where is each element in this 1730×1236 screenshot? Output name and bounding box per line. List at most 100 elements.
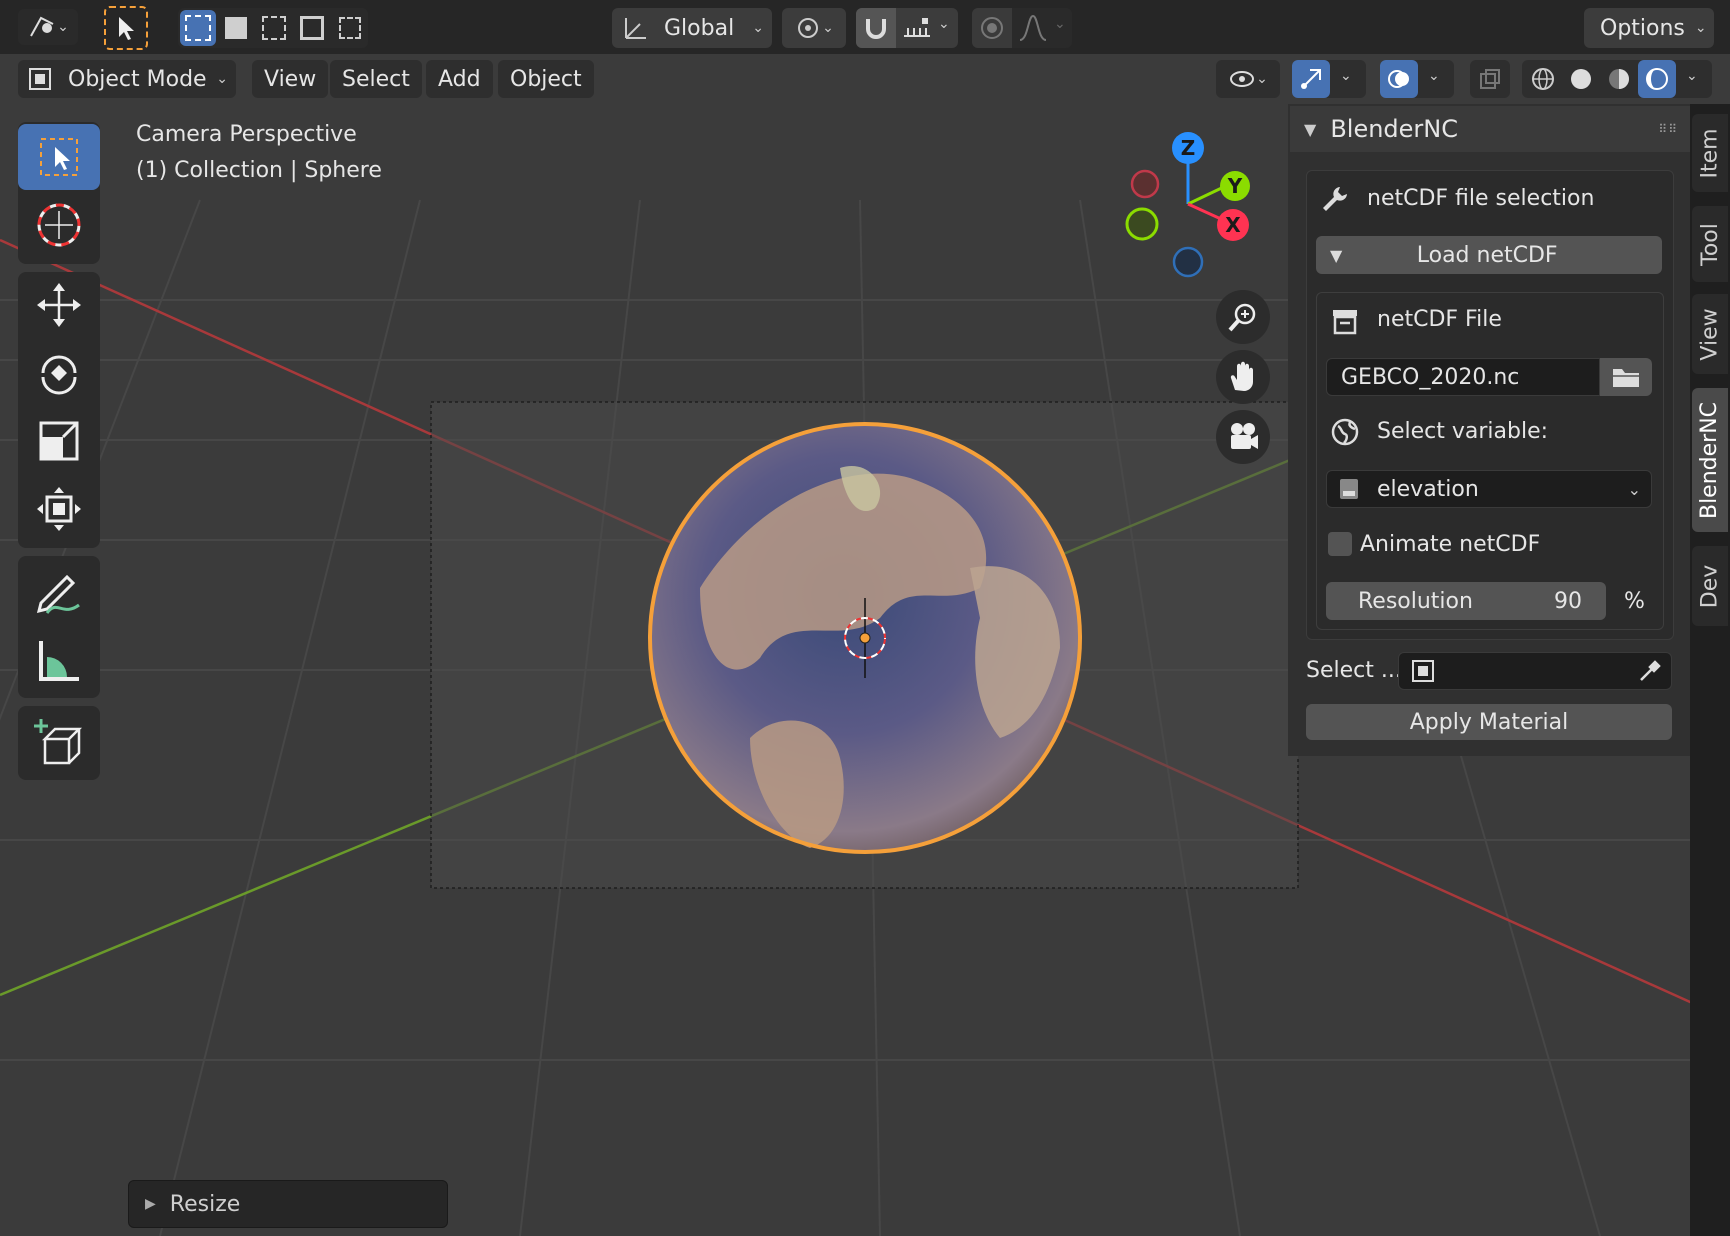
chevron-down-icon: ⌄ [752,20,764,36]
tool-select-box[interactable] [18,124,100,190]
tool-rotate[interactable] [18,340,100,406]
load-netcdf-label: Load netCDF [1416,242,1558,268]
eye-icon [1230,71,1255,87]
tab-dev[interactable]: Dev [1692,546,1728,626]
pivot-icon [798,18,819,38]
zoom-button[interactable] [1216,290,1270,344]
gizmo-y-label: Y [1227,174,1243,198]
tool-cursor[interactable] [18,192,100,258]
snap-toggle[interactable] [856,8,896,48]
last-operator-panel[interactable]: ▶ Resize [128,1180,448,1228]
drag-handle-icon[interactable]: ⠿⠿ [1658,122,1678,136]
shading-wireframe[interactable] [1526,62,1560,96]
orientation-axes-icon [625,18,646,39]
overlays-button[interactable] [1380,60,1418,98]
resolution-label: Resolution [1358,588,1473,614]
tool-transform[interactable] [18,476,100,542]
tab-item[interactable]: Item [1692,114,1728,192]
tab-tool-label: Tool [1697,222,1723,266]
xray-toggle[interactable] [1470,60,1510,98]
variable-icon [1340,479,1358,499]
eyedropper-icon[interactable] [1637,658,1663,684]
menu-add[interactable]: Add [426,60,493,98]
gizmo-z-label: Z [1181,136,1196,160]
select-object-label: Select ... [1306,658,1402,683]
gizmo-button[interactable] [1292,60,1330,98]
proportional-toggle[interactable] [972,8,1012,48]
mode-invert-button[interactable] [294,10,330,46]
apply-material-button[interactable]: Apply Material [1306,704,1672,740]
editor-type-button[interactable]: ⌄ [18,9,78,45]
increment-snap-icon[interactable] [902,16,932,40]
chevron-down-icon[interactable]: ⌄ [1686,68,1698,84]
resolution-slider[interactable]: Resolution 90 [1326,582,1606,620]
tool-scale[interactable] [18,408,100,474]
shading-solid[interactable] [1564,62,1598,96]
3d-viewport-icon [30,16,54,37]
overlays-icon [1388,70,1409,88]
mode-new-button[interactable] [180,10,216,46]
extend-selection-icon [225,17,247,39]
menu-object[interactable]: Object [498,60,594,98]
pivot-point-dropdown[interactable]: ⌄ [782,8,846,48]
collection-label: (1) Collection | Sphere [136,158,382,183]
transform-orientation-dropdown[interactable]: Global ⌄ [612,8,772,48]
camera-view-button[interactable] [1216,410,1270,464]
mode-extend-button[interactable] [218,10,254,46]
3d-cursor-tool-icon [37,203,81,247]
shading-rendered[interactable] [1638,60,1676,98]
tool-move[interactable] [18,272,100,338]
proportional-editing-group: ⌄ [972,8,1072,48]
netcdf-file-box [1316,292,1664,630]
mode-dropdown[interactable]: Object Mode ⌄ [18,60,236,98]
wireframe-icon [1532,68,1554,90]
mode-label: Object Mode [68,66,207,92]
shading-material[interactable] [1602,62,1636,96]
tool-annotate[interactable] [18,560,100,626]
gizmo-toggle[interactable]: ⌄ [1292,60,1366,98]
proportional-icon [981,17,1003,39]
transform-icon [37,487,81,531]
gizmo-x-label: X [1225,213,1241,237]
material-preview-icon [1609,69,1629,89]
pan-button[interactable] [1216,350,1270,404]
navigation-gizmo[interactable]: Z Y X [1118,124,1258,284]
chevron-down-icon: ⌄ [1256,71,1268,87]
load-netcdf-button[interactable]: ▼ Load netCDF [1316,236,1662,274]
tool-measure[interactable] [18,628,100,694]
mode-intersect-button[interactable] [332,10,368,46]
chevron-down-icon: ⌄ [822,20,834,36]
mode-subtract-button[interactable] [256,10,292,46]
variable-dropdown[interactable]: elevation ⌄ [1326,470,1652,508]
falloff-curve-icon[interactable] [1018,14,1048,42]
scale-icon [39,421,79,461]
visibility-dropdown[interactable]: ⌄ [1216,60,1280,98]
last-operator-label: Resize [169,1191,241,1217]
tab-view[interactable]: View [1692,294,1728,374]
file-path-input[interactable]: GEBCO_2020.nc [1326,358,1600,396]
expand-triangle-icon: ▼ [1330,245,1343,265]
panel-header[interactable]: ▼ BlenderNC ⠿⠿ [1290,106,1690,152]
select-tool-button[interactable] [104,6,148,50]
select-box-icon [40,138,78,176]
overlays-toggle[interactable]: ⌄ [1380,60,1454,98]
collapse-triangle-icon: ▼ [1304,119,1317,139]
invert-selection-icon [300,16,324,40]
tab-tool[interactable]: Tool [1692,206,1728,282]
menu-view[interactable]: View [252,60,329,98]
object-icon [1412,660,1434,682]
xray-icon [1480,69,1500,89]
file-browse-button[interactable] [1600,358,1652,396]
file-path-value: GEBCO_2020.nc [1341,364,1520,390]
animate-label[interactable]: Animate netCDF [1360,532,1540,557]
new-selection-icon [185,15,211,41]
object-selector-field[interactable] [1398,652,1672,690]
tab-blendernc[interactable]: BlenderNC [1692,388,1728,532]
menu-select[interactable]: Select [330,60,422,98]
animate-checkbox[interactable] [1328,532,1352,556]
chevron-down-icon: ⌄ [1340,68,1352,84]
shading-group: ⌄ [1522,60,1712,98]
tool-add-cube[interactable] [18,710,100,776]
cursor-arrow-icon [119,17,134,40]
options-dropdown[interactable]: Options ⌄ [1584,8,1714,48]
